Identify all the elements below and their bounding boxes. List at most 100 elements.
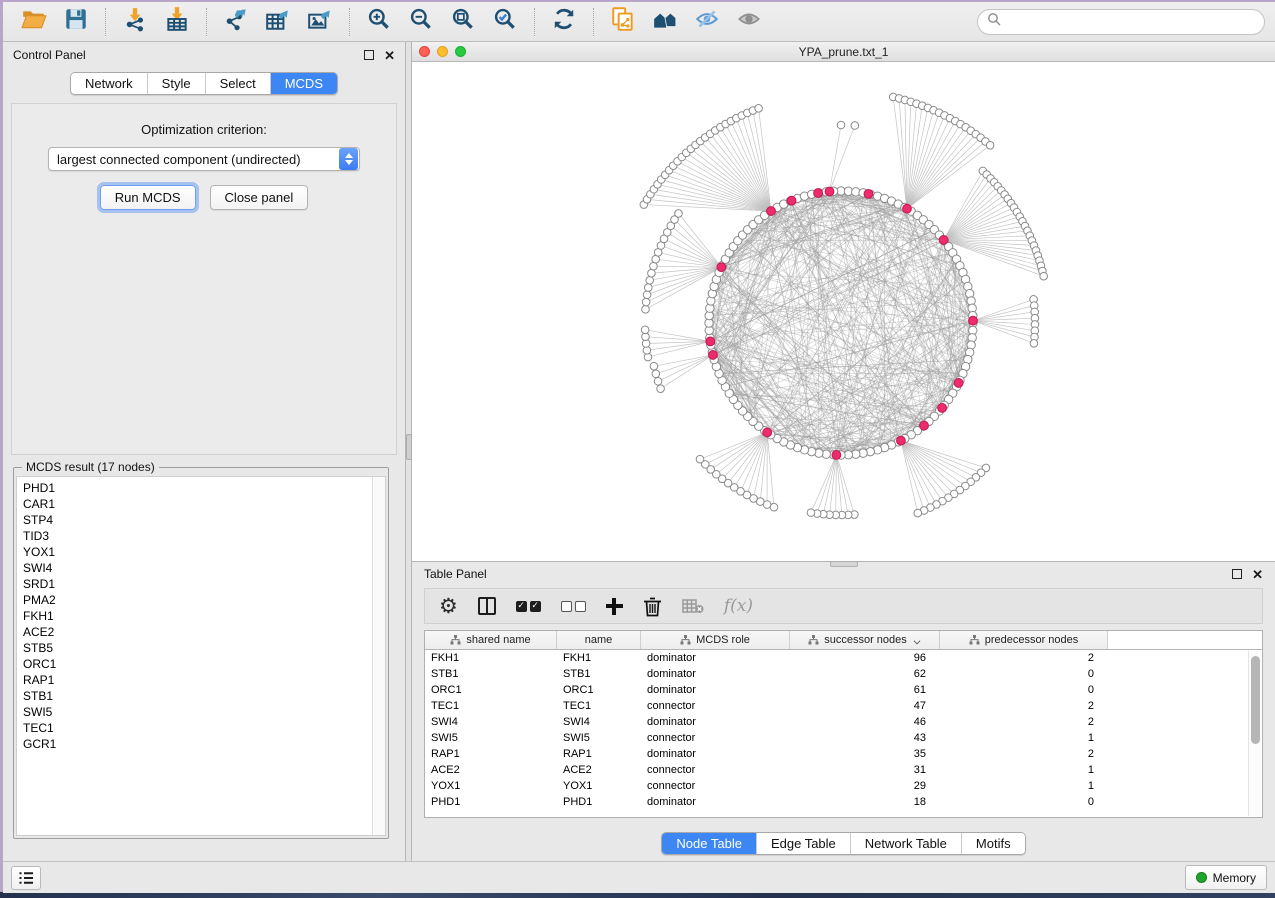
mcds-result-item[interactable]: PHD1: [23, 480, 372, 496]
first-neighbors-button[interactable]: [644, 5, 686, 39]
mcds-result-item[interactable]: ACE2: [23, 624, 372, 640]
table-settings-button[interactable]: ⚙: [439, 596, 458, 617]
mcds-result-item[interactable]: YOX1: [23, 544, 372, 560]
delete-selected-button[interactable]: [643, 596, 662, 617]
export-network-icon: [223, 6, 249, 37]
table-row[interactable]: ACE2ACE2connector311: [425, 762, 1262, 778]
import-table-button[interactable]: [156, 5, 198, 39]
column-label: successor nodes: [824, 634, 907, 646]
zoom-selected-icon: [492, 6, 518, 37]
tab-style[interactable]: Style: [147, 73, 205, 94]
open-session-button[interactable]: [13, 5, 55, 39]
export-image-button[interactable]: [299, 5, 341, 39]
hide-selected-button[interactable]: [686, 5, 728, 39]
import-network-button[interactable]: [114, 5, 156, 39]
tab-network[interactable]: Network: [71, 73, 147, 94]
table-row[interactable]: TEC1TEC1connector472: [425, 698, 1262, 714]
tab-node-table[interactable]: Node Table: [662, 833, 756, 854]
mcds-result-item[interactable]: FKH1: [23, 608, 372, 624]
deselect-all-button[interactable]: [561, 601, 586, 612]
column-header-shared-name[interactable]: shared name: [425, 631, 557, 649]
mcds-result-item[interactable]: ORC1: [23, 656, 372, 672]
attribute-type-icon: [680, 635, 691, 645]
column-header-MCDS-role[interactable]: MCDS role: [641, 631, 790, 649]
run-mcds-button[interactable]: Run MCDS: [100, 185, 196, 210]
close-panel-button[interactable]: Close panel: [210, 185, 309, 210]
save-session-button[interactable]: [55, 5, 97, 39]
folder-open-icon: [21, 6, 47, 37]
table-row[interactable]: ORC1ORC1dominator610: [425, 682, 1262, 698]
column-header-predecessor-nodes[interactable]: predecessor nodes: [940, 631, 1108, 649]
table-row[interactable]: SWI5SWI5connector431: [425, 730, 1262, 746]
close-panel-icon[interactable]: ✕: [384, 49, 395, 62]
table-row[interactable]: STB1STB1dominator620: [425, 666, 1262, 682]
task-history-button[interactable]: [11, 866, 41, 890]
clone-network-button[interactable]: [602, 5, 644, 39]
columns-icon: [478, 597, 496, 615]
table-row[interactable]: RAP1RAP1dominator352: [425, 746, 1262, 762]
zoom-selected-button[interactable]: [484, 5, 526, 39]
mcds-result-item[interactable]: GCR1: [23, 736, 372, 752]
toolbar-separator: [534, 8, 535, 36]
table-row[interactable]: FKH1FKH1dominator962: [425, 650, 1262, 666]
table-cell: 0: [940, 684, 1108, 696]
tab-mcds[interactable]: MCDS: [270, 73, 337, 94]
close-table-panel-icon[interactable]: ✕: [1252, 568, 1263, 581]
table-cell: 2: [940, 716, 1108, 728]
add-row-button[interactable]: [606, 598, 623, 615]
table-scrollbar[interactable]: [1248, 651, 1261, 816]
table-cell: ORC1: [557, 684, 641, 696]
node-table: shared name name MCDS role successor nodes p…: [424, 630, 1263, 818]
mcds-result-item[interactable]: SRD1: [23, 576, 372, 592]
table-cell: connector: [641, 732, 790, 744]
table-row[interactable]: PHD1PHD1dominator180: [425, 794, 1262, 810]
mcds-result-item[interactable]: PMA2: [23, 592, 372, 608]
export-table-button[interactable]: [257, 5, 299, 39]
network-canvas[interactable]: [412, 62, 1275, 561]
float-panel-icon[interactable]: [364, 50, 374, 60]
tab-network-table[interactable]: Network Table: [850, 833, 961, 854]
table-cell: 1: [940, 732, 1108, 744]
mcds-result-item[interactable]: RAP1: [23, 672, 372, 688]
table-panel-title: Table Panel: [424, 567, 487, 581]
column-header-name[interactable]: name: [557, 631, 641, 649]
table-cell: FKH1: [557, 652, 641, 664]
mcds-result-item[interactable]: SWI5: [23, 704, 372, 720]
table-row[interactable]: YOX1YOX1connector291: [425, 778, 1262, 794]
column-header-successor-nodes[interactable]: successor nodes: [790, 631, 940, 649]
mcds-result-item[interactable]: STP4: [23, 512, 372, 528]
mcds-result-item[interactable]: TID3: [23, 528, 372, 544]
criterion-select[interactable]: largest connected component (undirected): [48, 147, 360, 171]
tab-edge-table[interactable]: Edge Table: [756, 833, 850, 854]
mcds-result-item[interactable]: STB5: [23, 640, 372, 656]
table-row[interactable]: SWI4SWI4dominator462: [425, 714, 1262, 730]
delete-table-button[interactable]: [682, 598, 704, 614]
horizontal-splitter-grip[interactable]: [830, 561, 858, 567]
criterion-label: Optimization criterion:: [141, 122, 267, 137]
tab-motifs[interactable]: Motifs: [961, 833, 1025, 854]
table-cell: SWI4: [425, 716, 557, 728]
mcds-result-item[interactable]: TEC1: [23, 720, 372, 736]
tab-select[interactable]: Select: [205, 73, 270, 94]
export-image-icon: [307, 6, 333, 37]
search-input[interactable]: [1006, 15, 1255, 29]
float-table-panel-icon[interactable]: [1232, 569, 1242, 579]
function-builder-button[interactable]: f(x): [724, 596, 753, 616]
refresh-view-button[interactable]: [543, 5, 585, 39]
search-field[interactable]: [977, 9, 1265, 35]
mcds-list-scrollbar[interactable]: [372, 477, 385, 835]
show-all-button[interactable]: [728, 5, 770, 39]
memory-button[interactable]: Memory: [1185, 865, 1267, 890]
mcds-result-item[interactable]: CAR1: [23, 496, 372, 512]
mcds-result-item[interactable]: SWI4: [23, 560, 372, 576]
unchecked-box-icon: [575, 601, 586, 612]
table-scrollbar-thumb[interactable]: [1251, 656, 1260, 744]
export-network-button[interactable]: [215, 5, 257, 39]
select-all-button[interactable]: [516, 601, 541, 612]
column-label: name: [585, 634, 613, 646]
zoom-in-button[interactable]: [358, 5, 400, 39]
show-columns-button[interactable]: [478, 597, 496, 615]
zoom-fit-button[interactable]: [442, 5, 484, 39]
zoom-out-button[interactable]: [400, 5, 442, 39]
mcds-result-item[interactable]: STB1: [23, 688, 372, 704]
